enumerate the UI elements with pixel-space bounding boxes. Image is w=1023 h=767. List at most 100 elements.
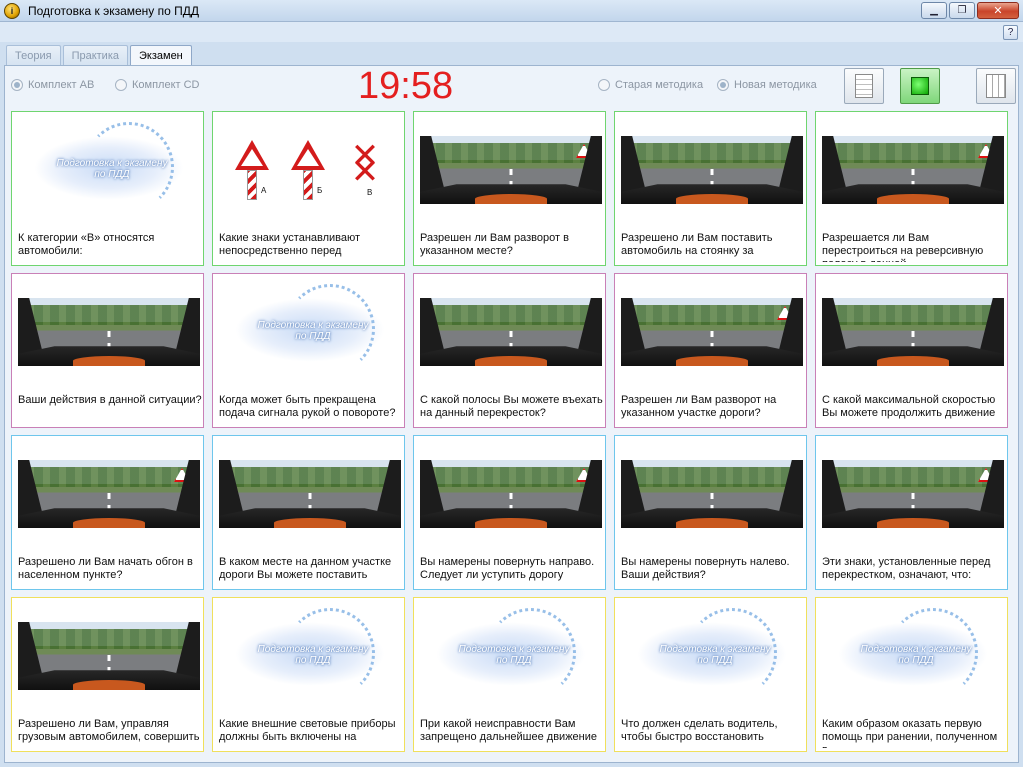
radio-new-method-label: Новая методика	[734, 79, 817, 91]
logo-image: Подготовка к экзамену по ПДД	[24, 118, 194, 218]
radio-new-method[interactable]: Новая методика	[717, 79, 817, 91]
status-button[interactable]	[900, 68, 940, 104]
logo-image: Подготовка к экзамену по ПДД	[627, 604, 797, 704]
close-button[interactable]: ✕	[977, 2, 1019, 19]
question-card[interactable]: Разрешен ли Вам разворот в указанном мес…	[413, 111, 606, 266]
logo-image: Подготовка к экзамену по ПДД	[426, 604, 596, 704]
logo-text: Подготовка к экзамену по ПДД	[458, 644, 570, 666]
sign-letter: В	[367, 188, 373, 197]
road-situation-image	[621, 298, 803, 366]
tab-theory[interactable]: Теория	[6, 45, 61, 65]
radio-dot-icon	[598, 79, 610, 91]
question-card[interactable]: С какой полосы Вы можете въехать на данн…	[413, 273, 606, 428]
logo-text: Подготовка к экзамену по ПДД	[659, 644, 771, 666]
road-situation-image	[420, 136, 602, 204]
question-card[interactable]: ✕ ✕ А Б В Какие знаки устанавливают непосредс…	[212, 111, 405, 266]
window-title: Подготовка к экзамену по ПДД	[28, 3, 200, 18]
road-situation-image	[621, 460, 803, 528]
sign-letter: Б	[317, 186, 323, 195]
question-text: Каким образом оказать первую помощь при …	[822, 718, 998, 748]
radio-set-ab-label: Комплект AB	[28, 79, 95, 91]
question-text: С какой максимальной скоростью Вы можете…	[822, 394, 996, 419]
question-text: Что должен сделать водитель, чтобы быстр…	[621, 718, 778, 743]
question-text: Какие знаки устанавливают непосредственн…	[219, 232, 361, 257]
question-text: Когда может быть прекращена подача сигна…	[219, 394, 396, 419]
road-situation-image	[18, 460, 200, 528]
question-text: С какой полосы Вы можете въехать на данн…	[420, 394, 603, 419]
tab-exam[interactable]: Экзамен	[130, 45, 192, 66]
question-card[interactable]: Разрешен ли Вам разворот на указанном уч…	[614, 273, 807, 428]
road-situation-image	[18, 298, 200, 366]
logo-image: Подготовка к экзамену по ПДД	[225, 280, 395, 380]
road-situation-image	[822, 136, 1004, 204]
radio-dot-icon	[717, 79, 729, 91]
road-situation-image	[822, 298, 1004, 366]
list-button[interactable]	[976, 68, 1016, 104]
question-card[interactable]: Подготовка к экзамену по ПДД При какой не…	[413, 597, 606, 752]
tab-bar: Теория Практика Экзамен	[6, 45, 192, 66]
question-card[interactable]: Эти знаки, установленные перед перекрест…	[815, 435, 1008, 590]
question-text: Вы намерены повернуть направо. Следует л…	[420, 556, 595, 581]
help-button[interactable]: ?	[1003, 25, 1018, 40]
question-card[interactable]: Разрешено ли Вам поставить автомобиль на…	[614, 111, 807, 266]
question-text: При какой неисправности Вам запрещено да…	[420, 718, 598, 743]
tab-practice[interactable]: Практика	[62, 45, 128, 65]
question-card[interactable]: Подготовка к экзамену по ПДД Каким образо…	[815, 597, 1008, 752]
question-card[interactable]: В каком месте на данном участке дороги В…	[212, 435, 405, 590]
question-text: Разрешено ли Вам начать обгон в населенн…	[18, 556, 193, 581]
question-card[interactable]: Подготовка к экзамену по ПДД К категории …	[11, 111, 204, 266]
question-card[interactable]: Подготовка к экзамену по ПДД Что должен с…	[614, 597, 807, 752]
road-situation-image	[219, 460, 401, 528]
question-text: Какие внешние световые приборы должны бы…	[219, 718, 396, 743]
road-situation-image	[822, 460, 1004, 528]
railway-signs-image: ✕ ✕ А Б В	[233, 136, 393, 206]
question-grid: Подготовка к экзамену по ПДД К категории …	[11, 111, 1010, 757]
question-text: Ваши действия в данной ситуации?	[18, 394, 202, 406]
question-card[interactable]: Разрешается ли Вам перестроиться на реве…	[815, 111, 1008, 266]
road-situation-image	[420, 460, 602, 528]
logo-image: Подготовка к экзамену по ПДД	[828, 604, 998, 704]
question-card[interactable]: С какой максимальной скоростью Вы можете…	[815, 273, 1008, 428]
question-text: Разрешено ли Вам поставить автомобиль на…	[621, 232, 773, 257]
maximize-button[interactable]: ❐	[949, 2, 975, 19]
question-text: Эти знаки, установленные перед перекрест…	[822, 556, 991, 581]
window-controls: ▁ ❐ ✕	[921, 2, 1019, 19]
radio-dot-icon	[115, 79, 127, 91]
question-text: Разрешен ли Вам разворот в указанном мес…	[420, 232, 569, 257]
radio-old-method[interactable]: Старая методика	[598, 79, 703, 91]
title-bar: i Подготовка к экзамену по ПДД ▁ ❐ ✕	[0, 0, 1023, 22]
help-strip: ?	[0, 22, 1023, 42]
document-button[interactable]	[844, 68, 884, 104]
sign-letter: А	[261, 186, 267, 195]
question-card[interactable]: Вы намерены повернуть налево. Ваши дейст…	[614, 435, 807, 590]
radio-set-ab[interactable]: Комплект AB	[11, 79, 94, 91]
app-icon: i	[4, 2, 20, 19]
logo-text: Подготовка к экзамену по ПДД	[860, 644, 972, 666]
road-situation-image	[621, 136, 803, 204]
radio-dot-icon	[11, 79, 23, 91]
question-text: Разрешается ли Вам перестроиться на реве…	[822, 232, 984, 262]
question-card[interactable]: Ваши действия в данной ситуации?	[11, 273, 204, 428]
question-card[interactable]: Разрешено ли Вам, управляя грузовым авто…	[11, 597, 204, 752]
logo-text: Подготовка к экзамену по ПДД	[56, 158, 168, 180]
list-icon	[986, 74, 1006, 98]
logo-text: Подготовка к экзамену по ПДД	[257, 644, 369, 666]
question-text: К категории «В» относятся автомобили:	[18, 232, 155, 257]
radio-set-cd[interactable]: Комплект CD	[115, 79, 200, 91]
logo-text: Подготовка к экзамену по ПДД	[257, 320, 369, 342]
question-text: Разрешен ли Вам разворот на указанном уч…	[621, 394, 777, 419]
green-square-icon	[911, 77, 929, 95]
question-text: Вы намерены повернуть налево. Ваши дейст…	[621, 556, 790, 581]
minimize-button[interactable]: ▁	[921, 2, 947, 19]
radio-set-cd-label: Комплект CD	[132, 79, 200, 91]
question-text: Разрешено ли Вам, управляя грузовым авто…	[18, 718, 200, 743]
logo-image: Подготовка к экзамену по ПДД	[225, 604, 395, 704]
question-card[interactable]: Вы намерены повернуть направо. Следует л…	[413, 435, 606, 590]
road-situation-image	[420, 298, 602, 366]
radio-old-method-label: Старая методика	[615, 79, 704, 91]
question-card[interactable]: Подготовка к экзамену по ПДД Какие внешни…	[212, 597, 405, 752]
question-card[interactable]: Подготовка к экзамену по ПДД Когда может …	[212, 273, 405, 428]
question-text: В каком месте на данном участке дороги В…	[219, 556, 392, 581]
question-card[interactable]: Разрешено ли Вам начать обгон в населенн…	[11, 435, 204, 590]
road-situation-image	[18, 622, 200, 690]
